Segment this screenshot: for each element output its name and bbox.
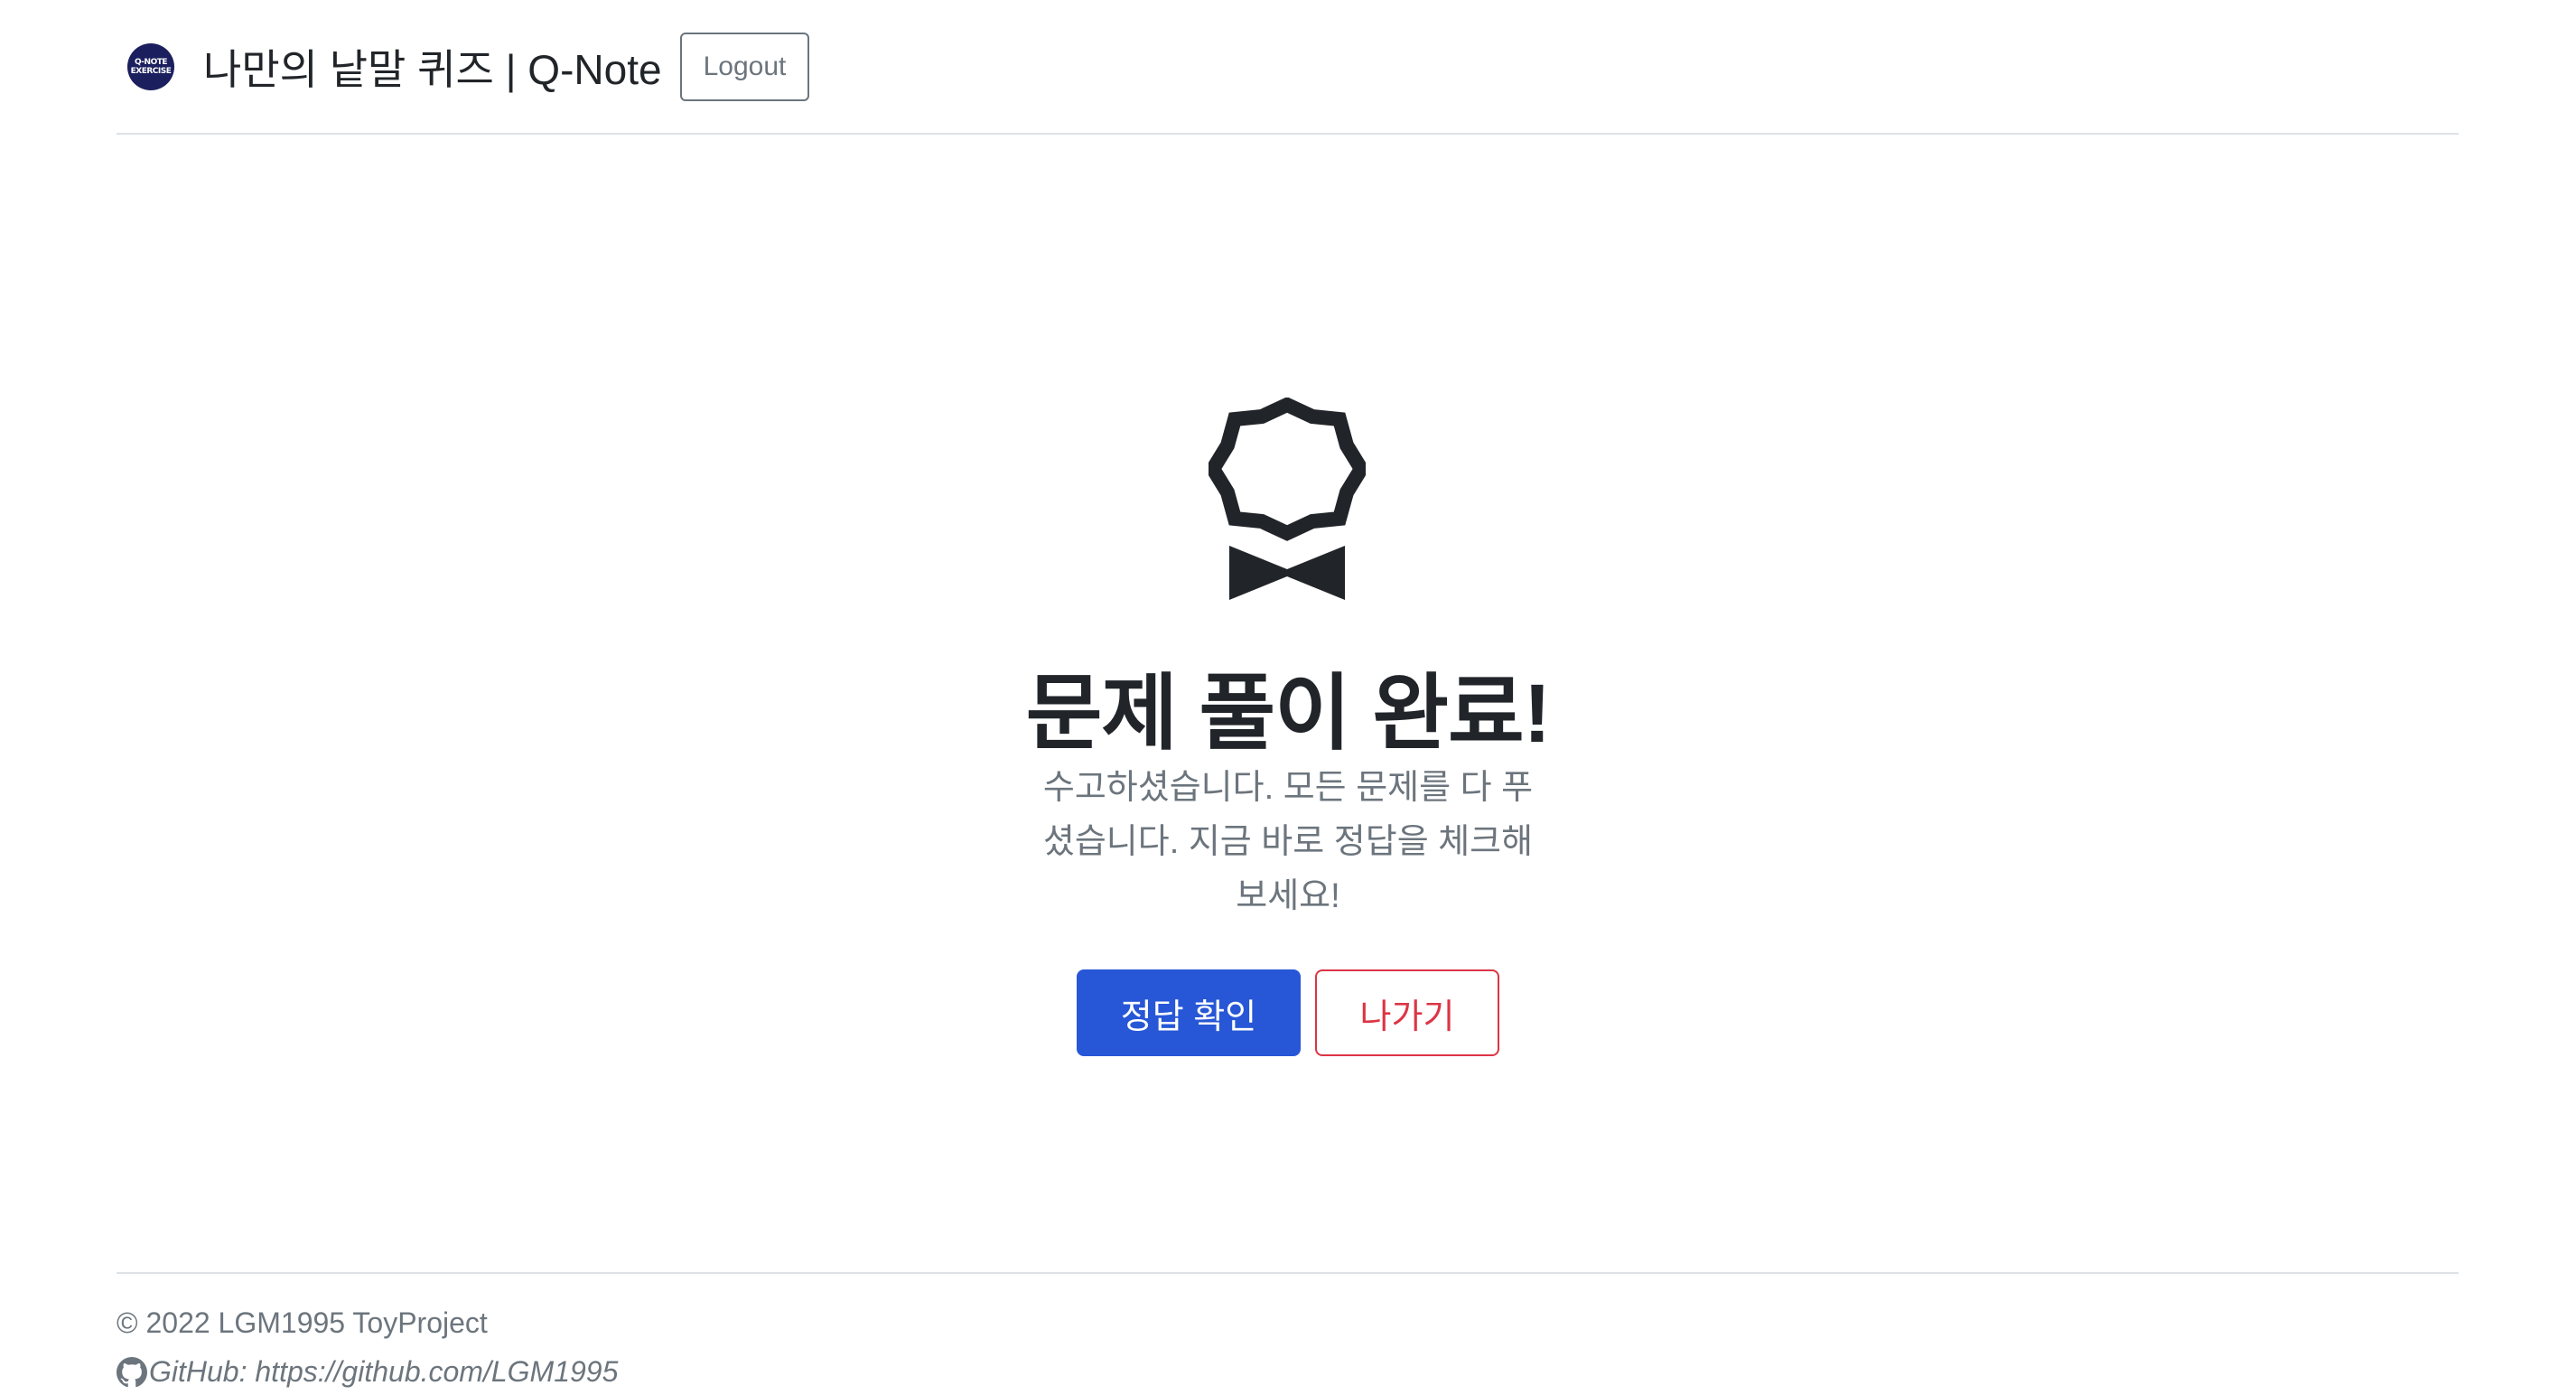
action-buttons: 정답 확인 나가기	[0, 969, 2576, 1056]
site-footer: © 2022 LGM1995 ToyProject GitHub: https:…	[117, 1272, 2459, 1388]
completion-message: 수고하셨습니다. 모든 문제를 다 푸셨습니다. 지금 바로 정답을 체크해보세…	[1042, 769, 1534, 915]
copyright-text: © 2022 LGM1995 ToyProject	[117, 1306, 488, 1339]
award-icon	[1209, 398, 1366, 600]
github-link[interactable]: GitHub: https://github.com/LGM1995	[117, 1355, 618, 1389]
github-text[interactable]: GitHub: https://github.com/LGM1995	[149, 1355, 618, 1389]
site-header: Q-NOTE EXERCISE 나만의 낱말 퀴즈 | Q-Note Logou…	[117, 0, 2459, 135]
brand-title[interactable]: 나만의 낱말 퀴즈 | Q-Note	[203, 37, 662, 97]
completion-title: 문제 풀이 완료!	[1025, 668, 1552, 760]
brand-logo[interactable]: Q-NOTE EXERCISE	[127, 42, 174, 90]
brand-logo-text-bottom: EXERCISE	[130, 66, 172, 76]
check-answer-button[interactable]: 정답 확인	[1077, 969, 1301, 1056]
github-icon	[117, 1356, 147, 1388]
completion-panel: 문제 풀이 완료! 수고하셨습니다. 모든 문제를 다 푸셨습니다. 지금 바로…	[0, 136, 2576, 1272]
brand-logo-text-top: Q-NOTE	[134, 57, 168, 67]
logout-button[interactable]: Logout	[679, 32, 810, 101]
exit-button[interactable]: 나가기	[1315, 969, 1499, 1056]
